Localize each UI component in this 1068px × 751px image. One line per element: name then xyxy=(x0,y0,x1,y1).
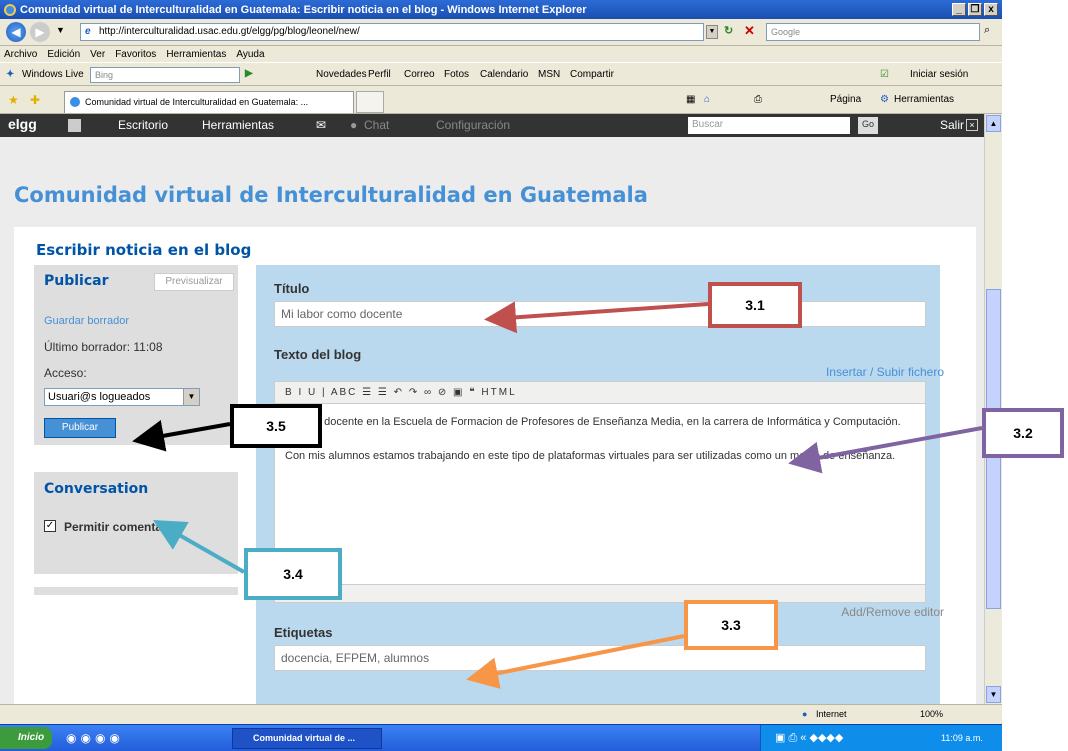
callout-3-4: 3.4 xyxy=(244,548,342,600)
arrow-3-1 xyxy=(484,301,709,334)
arrow-3-3 xyxy=(466,634,685,689)
callout-3-2: 3.2 xyxy=(982,408,1064,458)
callout-3-3: 3.3 xyxy=(684,600,778,650)
arrow-3-2 xyxy=(788,426,983,474)
callout-3-1: 3.1 xyxy=(708,282,802,328)
callout-3-5: 3.5 xyxy=(230,404,322,448)
arrow-3-4 xyxy=(153,520,245,574)
arrow-3-5 xyxy=(132,420,231,452)
annotation-arrows xyxy=(132,301,983,689)
